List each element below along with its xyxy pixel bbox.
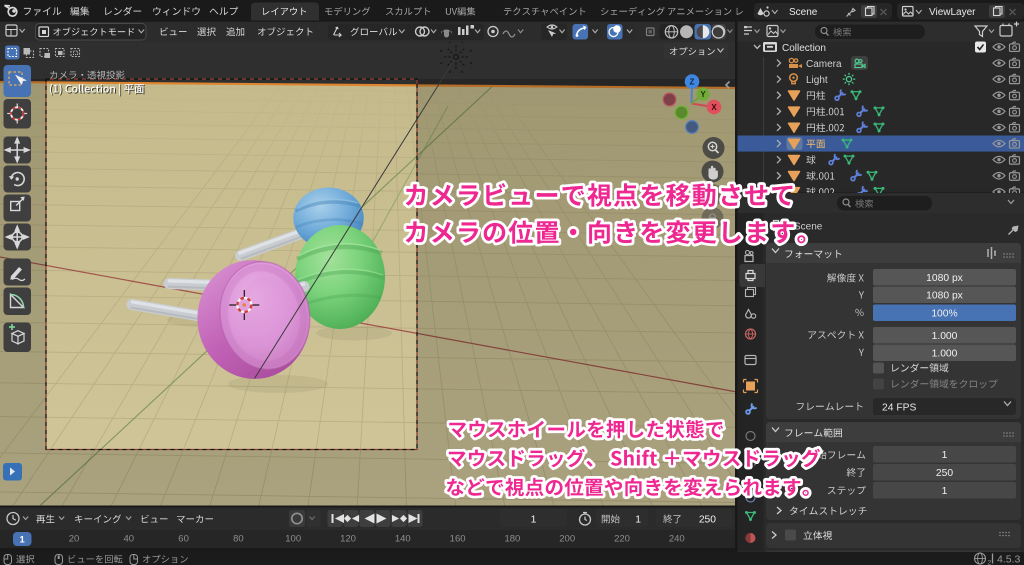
- svg-text:Scene: Scene: [794, 222, 823, 233]
- svg-text:120: 120: [340, 534, 356, 545]
- svg-text:1: 1: [942, 450, 948, 461]
- svg-text:140: 140: [395, 534, 411, 545]
- svg-text:ViewLayer: ViewLayer: [929, 7, 976, 18]
- svg-text:Scene: Scene: [789, 7, 818, 18]
- svg-text:200: 200: [559, 534, 575, 545]
- svg-text:40: 40: [124, 534, 135, 545]
- svg-text:80: 80: [233, 534, 244, 545]
- svg-text:24 FPS: 24 FPS: [882, 403, 916, 414]
- svg-text:1080 px: 1080 px: [926, 290, 963, 301]
- svg-text:180: 180: [504, 534, 520, 545]
- svg-text:Camera: Camera: [806, 59, 842, 70]
- svg-text:X: X: [711, 103, 717, 112]
- svg-text:1: 1: [635, 514, 641, 525]
- svg-text:Collection: Collection: [782, 43, 826, 54]
- svg-text:60: 60: [178, 534, 189, 545]
- svg-text:1080 px: 1080 px: [926, 273, 963, 284]
- svg-text:220: 220: [614, 534, 630, 545]
- svg-text:1: 1: [20, 535, 26, 546]
- svg-text:4.5.3: 4.5.3: [997, 554, 1021, 565]
- svg-text:1.000: 1.000: [932, 331, 958, 342]
- svg-text:Light: Light: [806, 75, 828, 86]
- svg-text:20: 20: [69, 534, 80, 545]
- svg-text:1.000: 1.000: [932, 348, 958, 359]
- svg-text:1: 1: [531, 514, 537, 525]
- svg-text:2: 2: [988, 560, 992, 565]
- svg-text:100%: 100%: [931, 308, 957, 319]
- svg-text:Y: Y: [700, 90, 706, 99]
- svg-text:100: 100: [285, 534, 301, 545]
- svg-text:240: 240: [669, 534, 685, 545]
- svg-text:250: 250: [936, 468, 953, 479]
- svg-text:160: 160: [450, 534, 466, 545]
- svg-text:250: 250: [699, 514, 716, 525]
- svg-text:1: 1: [942, 486, 948, 497]
- svg-text:Z: Z: [690, 78, 695, 87]
